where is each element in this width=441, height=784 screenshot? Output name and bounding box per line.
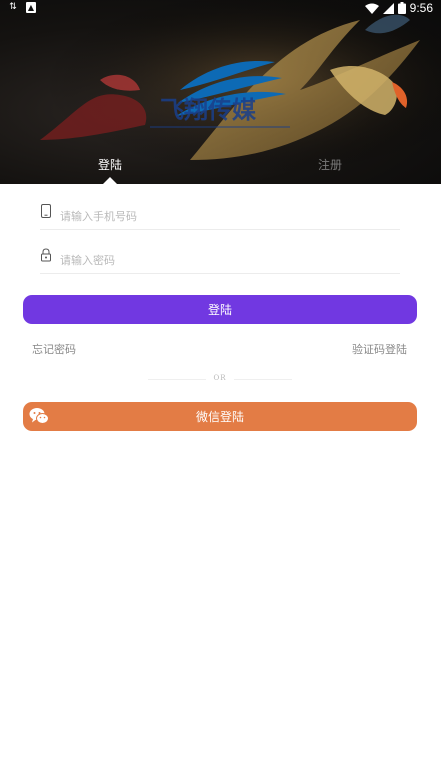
phone-icon [41, 204, 51, 218]
data-transfer-icon: ⇅ [9, 2, 17, 12]
lock-icon [41, 248, 51, 262]
divider-line-right [234, 379, 292, 380]
wechat-login-button[interactable]: 微信登陆 [23, 402, 417, 431]
forgot-password-link[interactable]: 忘记密码 [32, 341, 76, 357]
tab-register[interactable]: 注册 [318, 156, 342, 173]
or-divider: OR [148, 374, 292, 386]
code-login-link[interactable]: 验证码登陆 [352, 341, 407, 357]
active-tab-indicator [103, 177, 117, 184]
battery-icon [397, 2, 406, 14]
banner-logo-text: 飞翔传媒 [160, 95, 257, 124]
password-input[interactable] [60, 251, 390, 269]
or-label: OR [213, 374, 227, 382]
signal-icon [382, 2, 394, 14]
password-field [40, 248, 400, 274]
wechat-icon [29, 408, 49, 424]
wechat-login-label: 微信登陆 [195, 410, 244, 424]
tab-login[interactable]: 登陆 [98, 156, 122, 173]
header-banner: 飞翔传媒 ⇅ ▲ 9:56 登陆 注册 [0, 0, 441, 184]
notification-app-icon: ▲ [26, 2, 36, 13]
status-time: 9:56 [409, 1, 433, 15]
phone-input[interactable] [60, 207, 390, 225]
wifi-icon [364, 3, 379, 14]
status-bar: ⇅ ▲ 9:56 [0, 0, 441, 18]
auth-tabs: 登陆 注册 [0, 150, 441, 184]
login-button[interactable]: 登陆 [23, 295, 417, 324]
phone-field [40, 204, 400, 230]
